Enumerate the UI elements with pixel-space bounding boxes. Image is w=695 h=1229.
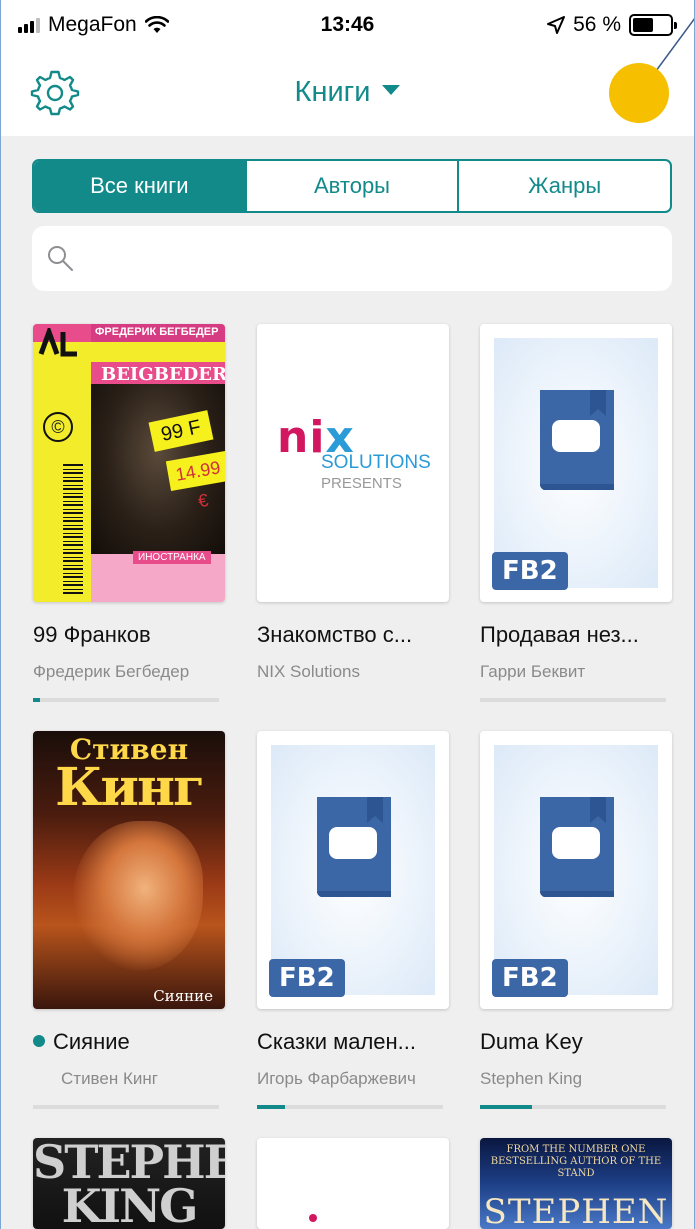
fb2-badge: FB2: [492, 552, 568, 590]
book-item[interactable]: FB2 Duma Key Stephen King: [480, 731, 672, 1109]
battery-icon: [629, 14, 677, 36]
book-cover[interactable]: nix SOLUTIONS PRESENTS: [257, 324, 449, 602]
status-bar: MegaFon 13:46 56 %: [0, 0, 695, 50]
fb2-badge: FB2: [269, 959, 345, 997]
reading-progress: [33, 698, 219, 702]
book-title: 99 Франков: [33, 622, 151, 647]
book-placeholder-icon: [539, 390, 614, 490]
book-title: Продавая нез...: [480, 622, 639, 647]
copyright-mark: ©: [43, 412, 73, 442]
book-placeholder-icon: [539, 797, 614, 897]
reading-progress: [257, 1105, 443, 1109]
cover-subtitle: Сияние: [153, 987, 213, 1005]
book-item[interactable]: FB2 Сказки мален... Игорь Фарбаржевич: [257, 731, 449, 1109]
tab-all-books[interactable]: Все книги: [34, 161, 245, 211]
book-cover[interactable]: FB2: [480, 731, 672, 1009]
book-title: Сказки мален...: [257, 1029, 417, 1054]
book-author: NIX Solutions: [257, 662, 360, 681]
tab-authors[interactable]: Авторы: [244, 161, 458, 211]
tab-genres[interactable]: Жанры: [457, 161, 670, 211]
reading-progress: [480, 698, 666, 702]
nav-bar: Книги: [0, 50, 695, 136]
book-cover[interactable]: Стивен Кинг Сияние: [33, 731, 225, 1009]
category-tabs: Все книги Авторы Жанры: [32, 159, 672, 213]
book-author: Stephen King: [480, 1069, 583, 1088]
book-cover[interactable]: FB2: [257, 731, 449, 1009]
book-item[interactable]: STEPHEN KING: [33, 1138, 225, 1229]
book-cover[interactable]: STEPHEN KING: [33, 1138, 225, 1229]
status-right: 56 %: [547, 13, 677, 37]
book-author: Стивен Кинг: [61, 1069, 158, 1088]
cover-subtitle-2: PRESENTS: [321, 475, 402, 492]
highlight-marker: [609, 63, 669, 123]
reading-progress: [480, 1105, 666, 1109]
book-title: Duma Key: [480, 1029, 583, 1054]
book-item[interactable]: nix SOLUTIONS PRESENTS Знакомство с... N…: [257, 324, 449, 682]
book-cover[interactable]: ФРЕДЕРИК БЕГБЕДЕР BEIGBEDER © 99 F 14.99…: [33, 324, 225, 602]
cover-title-text: STEPHEN KING: [33, 1138, 225, 1229]
unread-indicator: [33, 1035, 45, 1047]
battery-percent: 56 %: [573, 13, 621, 36]
book-item[interactable]: FROM THE NUMBER ONE BESTSELLING AUTHOR O…: [480, 1138, 672, 1229]
search-icon: [48, 246, 73, 271]
cover-spine-logo: [37, 324, 85, 365]
cover-header-text: ФРЕДЕРИК БЕГБЕДЕР: [91, 324, 225, 342]
location-arrow-icon: [547, 16, 566, 34]
cover-subtitle: SOLUTIONS: [321, 452, 431, 473]
book-item[interactable]: FB2 Продавая нез... Гарри Беквит: [480, 324, 672, 702]
reading-progress: [33, 1105, 219, 1109]
nav-title-text: Книги: [294, 76, 371, 108]
book-cover[interactable]: FROM THE NUMBER ONE BESTSELLING AUTHOR O…: [480, 1138, 672, 1229]
book-placeholder-icon: [316, 797, 391, 897]
book-cover[interactable]: [257, 1138, 449, 1229]
cover-title-text: STEPHEN: [483, 1192, 669, 1229]
book-author: Игорь Фарбаржевич: [257, 1069, 416, 1088]
library-dropdown[interactable]: Книги: [0, 76, 695, 109]
book-title: Знакомство с...: [257, 622, 413, 647]
book-author: Фредерик Бегбедер: [33, 662, 190, 681]
book-cover[interactable]: FB2: [480, 324, 672, 602]
book-item[interactable]: [257, 1138, 449, 1229]
fb2-badge: FB2: [492, 959, 568, 997]
book-item[interactable]: Стивен Кинг Сияние Сияние Стивен Кинг: [33, 731, 225, 1109]
caret-down-icon: [382, 85, 401, 95]
search-input[interactable]: [32, 226, 672, 291]
book-author: Гарри Беквит: [480, 662, 586, 681]
cover-tagline: FROM THE NUMBER ONE BESTSELLING AUTHOR O…: [490, 1144, 662, 1179]
cover-series-tag: ИНОСТРАНКА: [133, 551, 211, 564]
book-title: Сияние: [33, 1029, 225, 1055]
book-item[interactable]: ФРЕДЕРИК БЕГБЕДЕР BEIGBEDER © 99 F 14.99…: [33, 324, 225, 702]
cover-title-text: Кинг: [55, 757, 205, 818]
